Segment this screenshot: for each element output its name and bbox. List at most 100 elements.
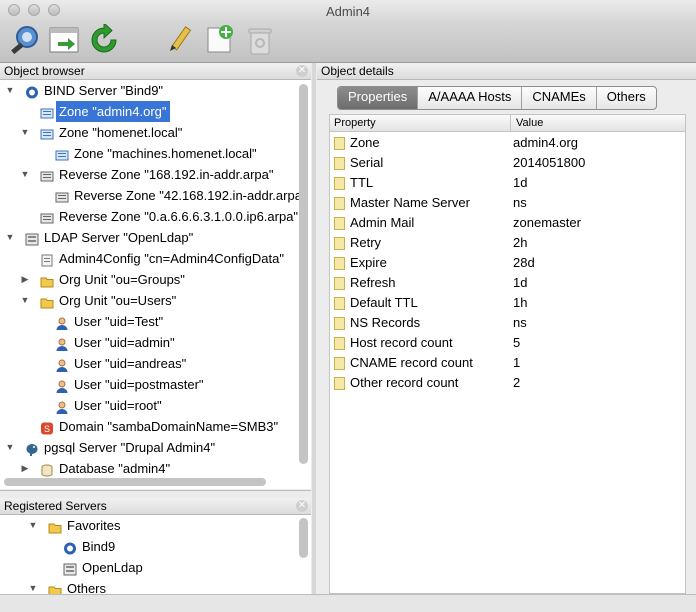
ldap-server-icon (25, 231, 39, 246)
tree-item[interactable]: ▼ LDAP Server "OpenLdap" (5, 227, 311, 248)
tree-item[interactable]: Admin4Config "cn=Admin4ConfigData" (20, 248, 311, 269)
user-icon (55, 378, 69, 393)
property-row[interactable]: TTL 1d (330, 173, 685, 193)
details-tab-bar: Properties A/AAAA Hosts CNAMEs Others (337, 86, 657, 110)
edit-icon[interactable] (164, 24, 196, 56)
expand-arrow-icon[interactable]: ▶ (20, 269, 30, 290)
object-browser-horizontal-scrollbar[interactable] (4, 478, 266, 486)
property-value: 5 (513, 335, 521, 350)
property-row[interactable]: Master Name Server ns (330, 193, 685, 213)
property-name: Serial (350, 155, 384, 170)
property-name: NS Records (350, 315, 421, 330)
property-name: Master Name Server (350, 195, 470, 210)
tree-item[interactable]: Reverse Zone "42.168.192.in-addr.arpa" (35, 185, 311, 206)
collapse-arrow-icon[interactable]: ▼ (20, 164, 30, 185)
tab-others[interactable]: Others (597, 87, 656, 109)
property-row[interactable]: Serial 2014051800 (330, 153, 685, 173)
connect-icon[interactable] (8, 24, 40, 56)
property-row[interactable]: Retry 2h (330, 233, 685, 253)
property-row[interactable]: Zone admin4.org (330, 133, 685, 153)
tree-item[interactable]: Zone "admin4.org" (20, 101, 311, 122)
tree-item[interactable]: ▼ Reverse Zone "168.192.in-addr.arpa" (20, 164, 311, 185)
config-icon (40, 252, 54, 267)
tree-item[interactable]: ▶ Org Unit "ou=Groups" (20, 269, 311, 290)
collapse-arrow-icon[interactable]: ▼ (5, 437, 15, 458)
property-row[interactable]: Host record count 5 (330, 333, 685, 353)
tree-item[interactable]: Bind9 (43, 536, 311, 557)
object-browser-vertical-scrollbar[interactable] (299, 84, 308, 464)
tab-a-aaaa-hosts[interactable]: A/AAAA Hosts (418, 87, 523, 109)
register-server-icon[interactable] (48, 24, 80, 56)
reverse-zone-icon (55, 189, 69, 203)
expand-arrow-icon[interactable]: ▶ (20, 458, 30, 479)
tree-item[interactable]: ▼ pgsql Server "Drupal Admin4" (5, 437, 311, 458)
property-name: TTL (350, 175, 374, 190)
property-icon (334, 137, 345, 150)
tree-item-label: Database "admin4" (59, 461, 171, 476)
refresh-icon[interactable] (88, 21, 120, 56)
property-row[interactable]: Admin Mail zonemaster (330, 213, 685, 233)
tree-item[interactable]: User "uid=postmaster" (35, 374, 311, 395)
tab-cnames[interactable]: CNAMEs (522, 87, 597, 109)
toolbar (0, 21, 696, 63)
object-browser-header: Object browser ✕ (0, 63, 311, 80)
tree-item[interactable]: Reverse Zone "0.a.6.6.6.3.1.0.0.ip6.arpa… (20, 206, 311, 227)
registered-servers-title: Registered Servers (4, 499, 107, 513)
panel-splitter[interactable] (0, 490, 311, 491)
collapse-arrow-icon[interactable]: ▼ (28, 578, 38, 594)
collapse-arrow-icon[interactable]: ▼ (5, 80, 15, 101)
tree-item-label: Org Unit "ou=Users" (59, 293, 177, 308)
collapse-arrow-icon[interactable]: ▼ (20, 290, 30, 311)
property-row[interactable]: NS Records ns (330, 313, 685, 333)
property-icon (334, 317, 345, 330)
tree-item-label: OpenLdap (82, 560, 143, 575)
column-header-property[interactable]: Property (334, 115, 376, 131)
tree-item[interactable]: User "uid=andreas" (35, 353, 311, 374)
property-row[interactable]: Refresh 1d (330, 273, 685, 293)
property-icon (334, 357, 345, 370)
property-icon (334, 337, 345, 350)
property-name: Admin Mail (350, 215, 415, 230)
property-value: 2 (513, 375, 521, 390)
registered-servers-vertical-scrollbar[interactable] (299, 518, 308, 558)
tree-item[interactable]: Zone "machines.homenet.local" (35, 143, 311, 164)
vertical-splitter[interactable] (312, 63, 316, 594)
property-row[interactable]: Expire 28d (330, 253, 685, 273)
collapse-arrow-icon[interactable]: ▼ (28, 515, 38, 536)
collapse-arrow-icon[interactable]: ▼ (5, 227, 15, 248)
tree-item[interactable]: OpenLdap (43, 557, 311, 578)
tree-item[interactable]: User "uid=Test" (35, 311, 311, 332)
tree-item[interactable]: ▼ Zone "homenet.local" (20, 122, 311, 143)
property-value: zonemaster (513, 215, 581, 230)
tree-item[interactable]: S Domain "sambaDomainName=SMB3" (20, 416, 311, 437)
tree-item[interactable]: ▼ Others (28, 578, 311, 594)
collapse-arrow-icon[interactable]: ▼ (20, 122, 30, 143)
reverse-zone-icon (40, 168, 54, 182)
tree-item[interactable]: ▼ Favorites (28, 515, 311, 536)
tree-item[interactable]: ▼ Org Unit "ou=Users" (20, 290, 311, 311)
tab-properties[interactable]: Properties (338, 87, 419, 109)
property-row[interactable]: CNAME record count 1 (330, 353, 685, 373)
server-icon (63, 540, 77, 555)
new-object-icon[interactable] (204, 24, 236, 56)
property-row[interactable]: Default TTL 1h (330, 293, 685, 313)
tree-item[interactable]: User "uid=admin" (35, 332, 311, 353)
close-panel-icon[interactable]: ✕ (296, 65, 308, 77)
property-icon (334, 277, 345, 290)
property-row[interactable]: Other record count 2 (330, 373, 685, 393)
tree-item-label: Org Unit "ou=Groups" (59, 272, 185, 287)
folder-icon (40, 273, 54, 288)
column-header-value[interactable]: Value (516, 115, 543, 131)
property-name: Refresh (350, 275, 396, 290)
property-value: 1h (513, 295, 528, 310)
tree-item[interactable]: ▶ Database "admin4" (20, 458, 311, 479)
property-value: admin4.org (513, 135, 579, 150)
tree-item[interactable]: ▼ BIND Server "Bind9" (5, 80, 311, 101)
property-value: 2h (513, 235, 528, 250)
server-icon (25, 84, 39, 99)
zone-icon (40, 105, 54, 119)
close-panel-icon[interactable]: ✕ (296, 500, 308, 512)
property-name: Other record count (350, 375, 459, 390)
delete-icon[interactable] (244, 24, 276, 56)
tree-item[interactable]: User "uid=root" (35, 395, 311, 416)
